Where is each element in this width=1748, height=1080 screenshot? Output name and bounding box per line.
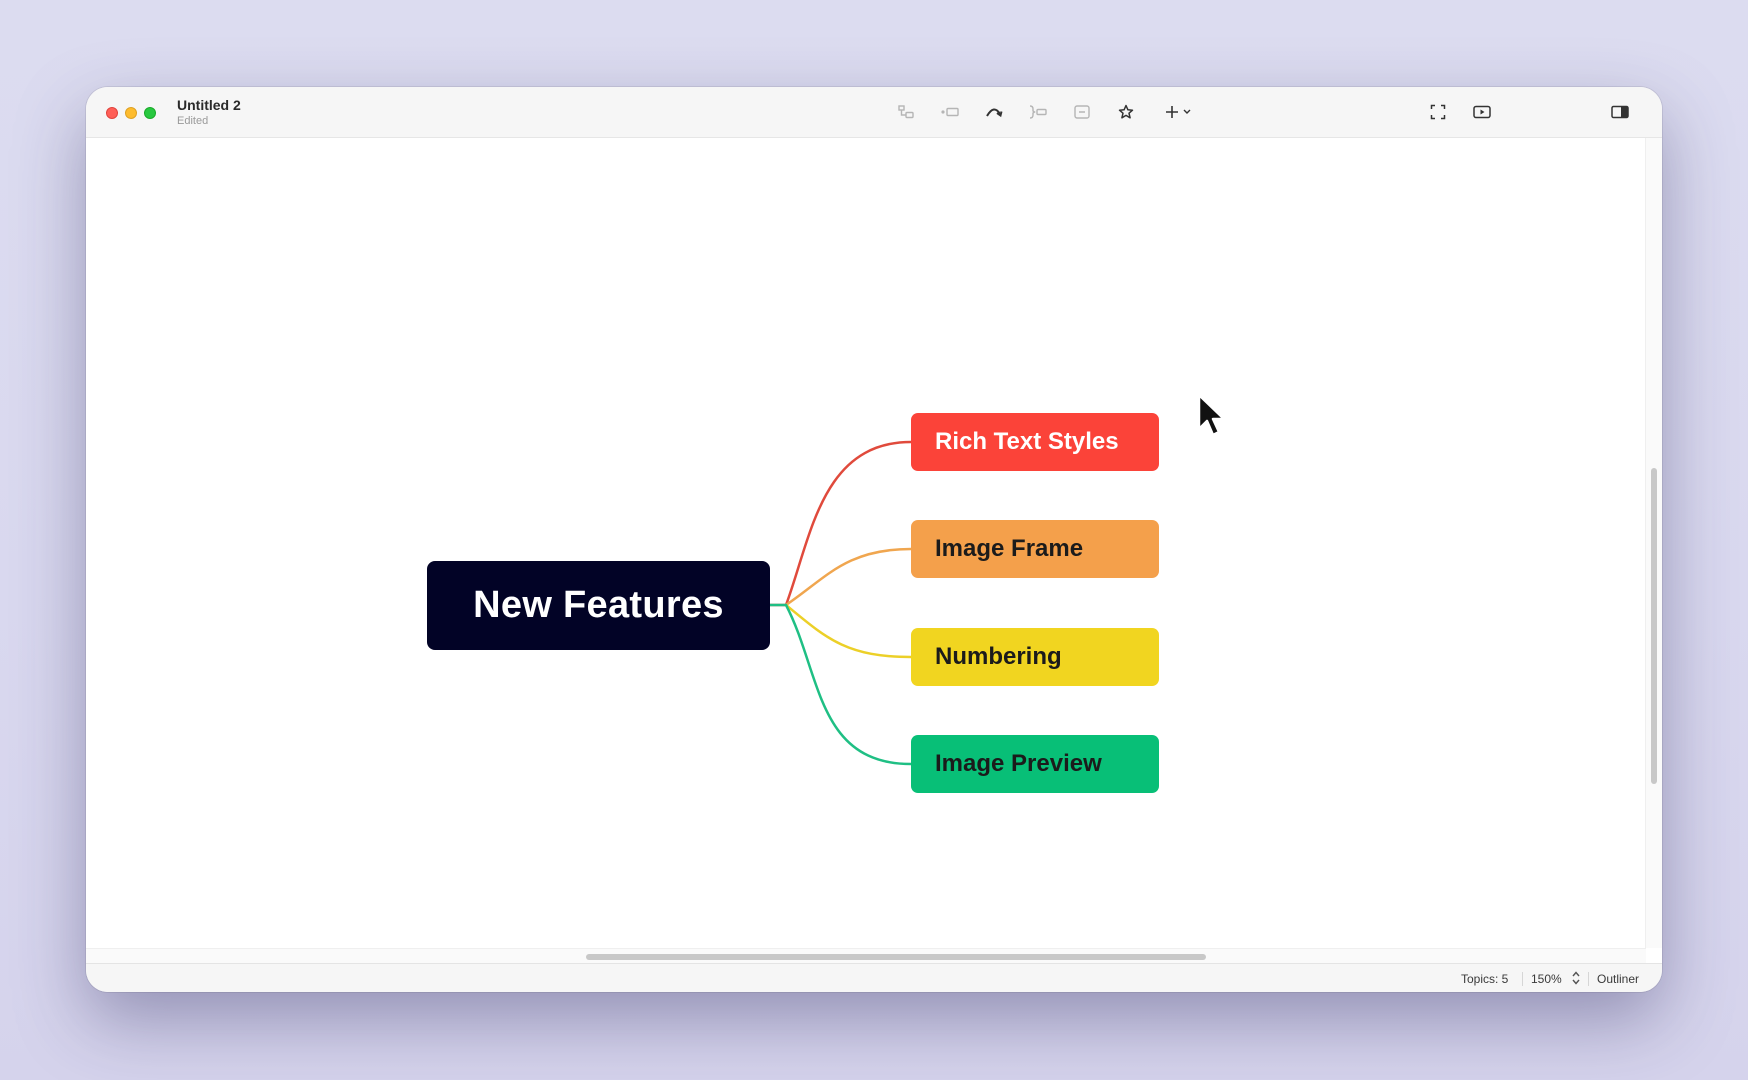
minimize-window-button[interactable]: [125, 107, 137, 119]
connector-image-preview: [770, 603, 912, 766]
document-title[interactable]: Untitled 2: [177, 97, 241, 113]
vertical-scrollbar[interactable]: [1645, 138, 1662, 948]
relationship-icon[interactable]: [981, 100, 1007, 124]
mindmap-canvas[interactable]: New Features Rich Text Styles Image Fram…: [86, 138, 1646, 948]
central-topic[interactable]: New Features: [427, 561, 770, 650]
insert-icon[interactable]: [1162, 100, 1198, 124]
mouse-pointer-icon: [1196, 393, 1230, 446]
status-divider: [1522, 972, 1523, 986]
app-window: Untitled 2 Edited New Features Rich Text…: [86, 87, 1662, 992]
topic-rich-text-styles[interactable]: Rich Text Styles: [911, 413, 1159, 471]
horizontal-scroll-thumb[interactable]: [586, 954, 1206, 960]
topic-image-preview[interactable]: Image Preview: [911, 735, 1159, 793]
vertical-scroll-thumb[interactable]: [1651, 468, 1657, 784]
topic-numbering[interactable]: Numbering: [911, 628, 1159, 686]
close-window-button[interactable]: [106, 107, 118, 119]
connector-rich-text-styles: [770, 440, 912, 607]
topic-icon[interactable]: [937, 100, 963, 124]
status-divider: [1588, 972, 1589, 986]
format-panel-icon[interactable]: [1607, 100, 1633, 124]
status-bar: Topics: 5 150% Outliner: [86, 963, 1662, 992]
topic-connectors: [770, 440, 912, 766]
zen-mode-icon[interactable]: [1425, 100, 1451, 124]
boundary-icon[interactable]: [1069, 100, 1095, 124]
zoom-window-button[interactable]: [144, 107, 156, 119]
connector-image-frame: [785, 547, 912, 607]
summary-icon[interactable]: [1025, 100, 1051, 124]
topics-count: Topics: 5: [1461, 972, 1509, 986]
zoom-stepper-icon[interactable]: [1571, 970, 1581, 989]
horizontal-scrollbar[interactable]: [86, 948, 1646, 963]
zoom-level[interactable]: 150%: [1531, 972, 1562, 986]
pitch-icon[interactable]: [1469, 100, 1495, 124]
document-status: Edited: [177, 115, 209, 127]
subtopic-icon[interactable]: [893, 100, 919, 124]
title-bar: Untitled 2 Edited: [86, 87, 1662, 138]
marker-icon[interactable]: [1113, 100, 1139, 124]
topic-image-frame[interactable]: Image Frame: [911, 520, 1159, 578]
outliner-button[interactable]: Outliner: [1597, 972, 1639, 986]
